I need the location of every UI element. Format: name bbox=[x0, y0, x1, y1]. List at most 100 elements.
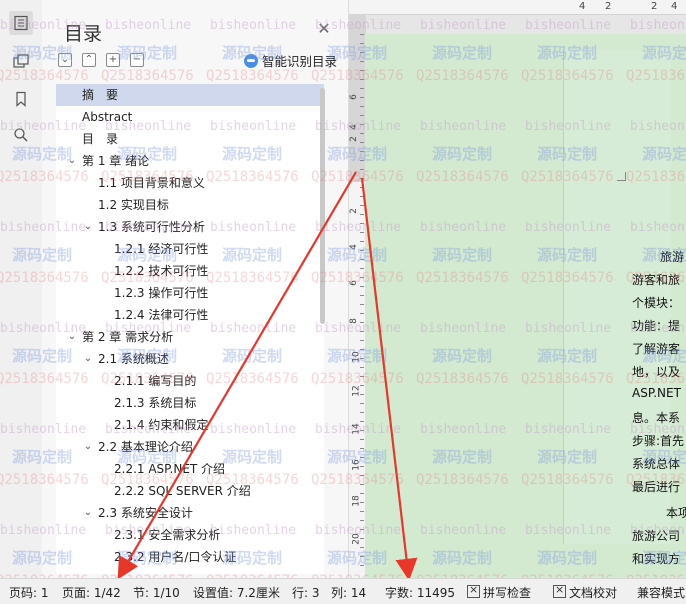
toc-item-label: 摘 要 bbox=[82, 88, 119, 102]
ruler-number: 12 bbox=[351, 385, 362, 397]
document-line: 了解游客 bbox=[632, 342, 681, 356]
toc-item[interactable]: ⌄ 2.1 系统概述 bbox=[56, 348, 324, 370]
ruler-number: 8 bbox=[349, 318, 359, 324]
toc-item-label: 第 1 章 绪论 bbox=[82, 154, 150, 168]
toc-item[interactable]: ⌄ 2.3 系统安全设计 bbox=[56, 502, 324, 524]
document-line: 最后进行 bbox=[632, 480, 681, 494]
page-code: 页码: 1 bbox=[9, 586, 49, 600]
proofread-button[interactable]: 文档校对 bbox=[553, 583, 618, 601]
ruler-number: 4 bbox=[349, 124, 359, 130]
toc-item[interactable]: ⌄ 第 1 章 绪论 bbox=[56, 150, 324, 172]
compat-mode: 兼容模式 bbox=[637, 586, 686, 600]
ruler-number: 2 bbox=[349, 136, 359, 142]
chevron-down-icon[interactable]: ⌄ bbox=[82, 502, 94, 524]
toc-item[interactable]: ⌄ 2.2 基本理论介绍 bbox=[56, 436, 324, 458]
toc-icon[interactable] bbox=[9, 11, 33, 35]
document-line: 和实现方 bbox=[632, 552, 681, 566]
toc-list: 摘 要 Abstract 目 录 ⌄ 第 1 章 绪论 1.1 项目背景和意义 1.2 实现… bbox=[56, 84, 324, 574]
ruler-number: 6 bbox=[349, 94, 359, 100]
toc-item-label: 2.3.2 用户名/口令认证 bbox=[114, 550, 237, 564]
toc-item-label: 1.3 系统可行性分析 bbox=[98, 220, 205, 234]
toc-item[interactable]: 2.1.1 编写目的 bbox=[56, 370, 324, 392]
spell-check-button[interactable]: 拼写检查 bbox=[467, 583, 532, 601]
document-line: 步骤:首先 bbox=[632, 434, 685, 448]
ruler-number: 14 bbox=[351, 423, 362, 435]
toc-item[interactable]: 2.1.3 系统目标 bbox=[56, 392, 324, 414]
close-icon[interactable]: ✕ bbox=[317, 21, 331, 37]
toc-item-label: 1.2 实现目标 bbox=[98, 198, 169, 212]
toc-item-label: 2.3.1 安全需求分析 bbox=[114, 528, 221, 542]
chevron-down-icon[interactable]: ⌄ bbox=[66, 326, 78, 348]
toc-item-label: 目 录 bbox=[82, 132, 119, 146]
chevron-down-icon[interactable]: ⌄ bbox=[82, 436, 94, 458]
horizontal-ruler[interactable]: 4 2 2 4 bbox=[349, 0, 686, 15]
toc-item-label: Abstract bbox=[82, 110, 133, 124]
remove-icon[interactable]: − bbox=[130, 53, 144, 67]
add-icon[interactable]: + bbox=[106, 53, 120, 67]
toc-item[interactable]: 1.1 项目背景和意义 bbox=[56, 172, 324, 194]
toc-item[interactable]: 2.2.1 ASP.NET 介绍 bbox=[56, 458, 324, 480]
page-count[interactable]: 页面: 1/42 bbox=[62, 584, 121, 601]
bookmark-icon[interactable] bbox=[9, 87, 33, 111]
document-line: 旅游公司 bbox=[632, 529, 681, 543]
collapse-up-icon[interactable]: ⌃ bbox=[82, 53, 96, 67]
toc-item[interactable]: 2.2.2 SQL SERVER 介绍 bbox=[56, 480, 324, 502]
toc-item-label: 2.3 系统安全设计 bbox=[98, 506, 193, 520]
toc-item-label: 2.1.4 约束和假定 bbox=[114, 418, 209, 432]
proofread-icon bbox=[553, 583, 566, 598]
toc-item-label: 1.2.4 法律可行性 bbox=[114, 308, 209, 322]
chevron-down-icon[interactable]: ⌄ bbox=[66, 150, 78, 172]
toc-item[interactable]: 1.2.3 操作可行性 bbox=[56, 282, 324, 304]
toc-item[interactable]: 1.2 实现目标 bbox=[56, 194, 324, 216]
smart-recognize-button[interactable]: 智能识别目录 bbox=[244, 51, 337, 70]
document-line: 本项 bbox=[666, 506, 686, 520]
folders-icon[interactable] bbox=[9, 50, 33, 74]
toc-item-label: 2.2.2 SQL SERVER 介绍 bbox=[114, 484, 251, 498]
toc-item[interactable]: 1.2.1 经济可行性 bbox=[56, 238, 324, 260]
ruler-number: 2 bbox=[349, 208, 359, 214]
word-count[interactable]: 字数: 11495 bbox=[385, 584, 455, 601]
toc-item[interactable]: 2.3.1 安全需求分析 bbox=[56, 524, 324, 546]
toc-item-label: 2.2.1 ASP.NET 介绍 bbox=[114, 462, 226, 476]
document-line: 游客和旅 bbox=[632, 273, 681, 287]
panel-title: 目录 bbox=[64, 23, 103, 45]
ruler-number: 10 bbox=[351, 351, 362, 363]
toc-item[interactable]: 2.1.4 约束和假定 bbox=[56, 414, 324, 436]
ruler-number: 4 bbox=[349, 244, 359, 250]
setting-value: 设置值: 7.2厘米 bbox=[193, 586, 280, 600]
spell-check-icon bbox=[467, 583, 480, 598]
document-line: 旅游 bbox=[660, 250, 685, 264]
vertical-ruler[interactable]: 6 4 2 2 4 6 8 10 12 14 16 18 20 bbox=[349, 14, 366, 578]
toc-item[interactable]: 摘 要 bbox=[56, 84, 324, 106]
chevron-down-icon[interactable]: ⌄ bbox=[82, 348, 94, 370]
toc-scrollbar[interactable] bbox=[320, 88, 325, 324]
toc-item[interactable]: ⌄ 第 2 章 需求分析 bbox=[56, 326, 324, 348]
document-area: 4 2 2 4 6 4 2 2 4 6 8 10 12 14 16 18 20 旅游 游客和旅 个模块： 功能：提了… bbox=[349, 0, 686, 578]
left-rail bbox=[0, 0, 43, 578]
chevron-down-icon[interactable]: ⌄ bbox=[82, 216, 94, 238]
toc-item-label: 1.2.3 操作可行性 bbox=[114, 286, 209, 300]
status-bar: 页码: 1 页面: 1/42 节: 1/10 设置值: 7.2厘米 行: 3 列… bbox=[0, 578, 686, 604]
ruler-number: 4 bbox=[579, 1, 586, 12]
toc-item[interactable]: 1.2.2 技术可行性 bbox=[56, 260, 324, 282]
ruler-number: 6 bbox=[349, 280, 359, 286]
document-line: ASP.NET bbox=[632, 386, 681, 400]
toc-item[interactable]: 目 录 bbox=[56, 128, 324, 150]
toc-item-label: 2.1 系统概述 bbox=[98, 352, 169, 366]
toc-item-label: 第 2 章 需求分析 bbox=[82, 330, 174, 344]
proofread-label: 文档校对 bbox=[569, 586, 618, 600]
toc-item[interactable]: 2.3.2 用户名/口令认证 bbox=[56, 546, 324, 568]
ruler-number: 2 bbox=[605, 1, 612, 12]
search-icon[interactable] bbox=[9, 123, 33, 147]
ruler-number: 18 bbox=[351, 495, 362, 507]
toc-item[interactable]: ⌄ 1.3 系统可行性分析 bbox=[56, 216, 324, 238]
toc-item[interactable]: Abstract bbox=[56, 106, 324, 128]
document-line: 系统总体 bbox=[632, 457, 681, 471]
toc-panel: 目录 ✕ ⌄ ⌃ + − 智能识别目录 摘 要 Abstract 目 录 ⌄ 第 1 章… bbox=[42, 0, 349, 578]
toc-item[interactable]: 1.2.4 法律可行性 bbox=[56, 304, 324, 326]
expand-down-icon[interactable]: ⌄ bbox=[58, 53, 72, 67]
ruler-number: 16 bbox=[351, 459, 362, 471]
smart-icon bbox=[244, 53, 258, 68]
spell-check-label: 拼写检查 bbox=[483, 586, 532, 600]
row-info: 行: 3 bbox=[292, 586, 320, 600]
